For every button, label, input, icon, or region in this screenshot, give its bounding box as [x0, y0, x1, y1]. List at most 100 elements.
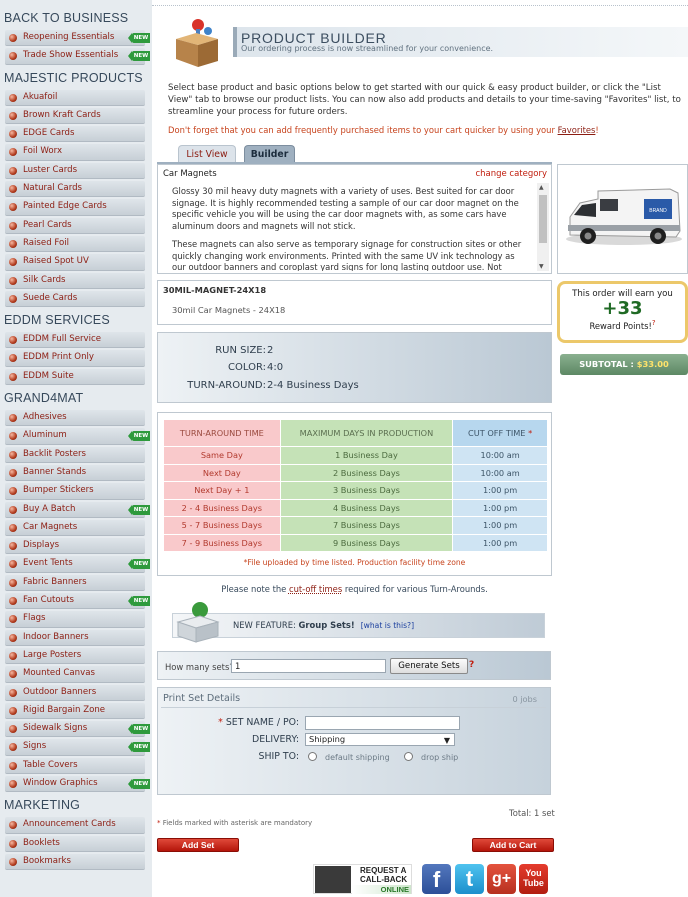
sidebar-item[interactable]: Fabric Banners	[5, 574, 145, 592]
sidebar-item[interactable]: Silk Cards	[5, 272, 145, 289]
sidebar-section-title: GRAND4MAT PRODUCTS	[4, 391, 84, 424]
youtube-icon[interactable]: You Tube	[519, 864, 548, 894]
sidebar-item[interactable]: Painted Edge Cards	[5, 199, 145, 216]
group-sets-feature: Group Sets!	[298, 620, 355, 630]
sidebar-item[interactable]: Luster Cards	[5, 162, 145, 180]
subtotal-bar: SUBTOTAL : $33.00	[560, 354, 688, 375]
sidebar-item[interactable]: Reopening Essentials NEW	[5, 30, 150, 47]
bullet-icon	[9, 839, 17, 848]
mandatory-note: * Fields marked with asterisk are mandat…	[157, 819, 312, 827]
sets-input[interactable]: 1	[231, 659, 386, 673]
bullet-icon	[9, 414, 17, 423]
bullet-icon	[9, 93, 17, 102]
sidebar-item[interactable]: Outdoor Banners	[5, 684, 145, 701]
table-row: 7 - 9 Business Days 9 Business Days 1:00 p…	[164, 534, 547, 551]
sidebar-item[interactable]: Indoor Banners	[5, 629, 145, 646]
tab-builder[interactable]: Builder	[244, 145, 295, 163]
group-sets-text: NEW FEATURE: Group Sets! [what is this?]	[233, 620, 414, 630]
mandatory-text: Fields marked with asterisk are mandator…	[160, 819, 313, 827]
reward-help-icon[interactable]: ?	[652, 319, 656, 327]
sidebar-item[interactable]: Mounted Canvas	[5, 666, 145, 683]
scroll-up-icon[interactable]: ▲	[539, 184, 544, 191]
sidebar-item[interactable]: Brown Kraft Cards	[5, 107, 145, 125]
print-set-details-panel: Print Set Details 0 jobs * SET NAME / PO…	[157, 687, 551, 795]
sku-panel: 30MIL-MAGNET-24X18 30mil Car Magnets - 2…	[157, 280, 552, 325]
sidebar-item[interactable]: Announcement Cards	[5, 817, 145, 834]
sidebar-item[interactable]: Flags	[5, 611, 145, 628]
bullet-icon	[9, 372, 17, 381]
set-name-input[interactable]	[305, 716, 460, 730]
sidebar-item[interactable]: Bumper Stickers	[5, 483, 145, 500]
change-category-link[interactable]: change category	[475, 169, 547, 179]
table-row: 2 - 4 Business Days 4 Business Days 1:00 p…	[164, 499, 547, 516]
tab-list-view[interactable]: List View	[178, 145, 236, 163]
sidebar-item[interactable]: Suede Cards	[5, 290, 145, 308]
sidebar-item[interactable]: Pearl Cards	[5, 217, 145, 234]
add-set-button[interactable]: Add Set	[157, 838, 239, 852]
cutoff-times-link[interactable]: cut-off times	[289, 584, 342, 594]
sidebar-item[interactable]: Trade Show Essentials NEW	[5, 48, 150, 65]
google-plus-icon[interactable]: g+	[487, 864, 516, 894]
delivery-select[interactable]: Shipping ▼	[305, 733, 455, 746]
generate-sets-button[interactable]: Generate Sets	[390, 658, 468, 674]
sidebar-item[interactable]: EDDM Suite	[5, 368, 145, 386]
default-shipping-label: default shipping	[325, 753, 390, 762]
bullet-icon	[9, 111, 17, 120]
sidebar-item[interactable]: Adhesives	[5, 410, 145, 427]
sidebar-item[interactable]: Signs NEW	[5, 739, 150, 756]
sidebar-item[interactable]: Rigid Bargain Zone	[5, 702, 145, 720]
sidebar-section-title: EDDM SERVICES	[4, 313, 110, 328]
sidebar-item[interactable]: Foil Worx	[5, 144, 145, 161]
sidebar-item[interactable]: Bookmarks	[5, 853, 145, 871]
sidebar-item[interactable]: EDGE Cards	[5, 126, 145, 143]
sidebar-item[interactable]: Sidewalk Signs NEW	[5, 721, 150, 738]
chevron-down-icon: ▼	[443, 736, 450, 745]
description-scroll-area[interactable]: Glossy 30 mil heavy duty magnets with a …	[163, 183, 535, 271]
drop-ship-radio[interactable]	[404, 752, 413, 761]
sidebar-item[interactable]: Raised Spot UV	[5, 254, 145, 271]
sidebar-item-label: Car Magnets	[23, 521, 78, 532]
sidebar-item[interactable]: Banner Stands	[5, 464, 145, 482]
set-name-asterisk: *	[218, 717, 223, 728]
cutoff-asterisk: *	[528, 428, 533, 438]
sidebar-item[interactable]: Backlit Posters	[5, 446, 145, 463]
sidebar-item-label: Booklets	[23, 837, 60, 848]
table-cell-days: 9 Business Days	[280, 534, 453, 551]
sidebar-item[interactable]: Booklets	[5, 835, 145, 852]
sidebar-item[interactable]: Akuafoil	[5, 89, 145, 106]
scroll-down-icon[interactable]: ▼	[539, 263, 544, 270]
sidebar-item[interactable]: Event Tents NEW	[5, 556, 150, 573]
table-cell-ta: Next Day + 1	[164, 482, 280, 499]
sidebar-item-label: Signs	[23, 741, 47, 752]
sidebar-item[interactable]: EDDM Full Service	[5, 332, 145, 349]
sidebar-item[interactable]: Buy A Batch NEW	[5, 501, 150, 518]
sidebar-item[interactable]: Window Graphics NEW	[5, 775, 150, 793]
sidebar-item[interactable]: Raised Foil	[5, 235, 145, 253]
bullet-icon	[9, 487, 17, 496]
description-scrollbar[interactable]: ▲ ▼	[537, 183, 549, 271]
scrollbar-thumb[interactable]	[539, 195, 547, 243]
sets-help-icon[interactable]: ?	[469, 660, 474, 670]
what-is-this-link[interactable]: [what is this?]	[361, 621, 414, 630]
sidebar-item[interactable]: Car Magnets	[5, 519, 145, 537]
sidebar-item[interactable]: Table Covers	[5, 757, 145, 774]
sidebar-item[interactable]: Aluminum NEW	[5, 428, 150, 445]
sidebar-item[interactable]: EDDM Print Only	[5, 350, 145, 367]
add-to-cart-button[interactable]: Add to Cart	[472, 838, 554, 852]
default-shipping-radio[interactable]	[308, 752, 317, 761]
request-callback-button[interactable]: REQUEST A CALL-BACK ONLINE	[313, 864, 412, 894]
twitter-icon[interactable]: t	[455, 864, 484, 894]
table-cell-days: 1 Business Day	[280, 447, 453, 464]
new-badge-icon: NEW	[128, 559, 150, 570]
sidebar-item[interactable]: Fan Cutouts NEW	[5, 593, 150, 610]
sidebar-item[interactable]: Displays	[5, 538, 145, 555]
bullet-icon	[9, 597, 17, 606]
sidebar-item[interactable]: Natural Cards	[5, 181, 145, 198]
description-paragraph-2: These magnets can also serve as temporar…	[172, 239, 522, 271]
table-cell-days: 7 Business Days	[280, 517, 453, 534]
facebook-icon[interactable]: f	[422, 864, 451, 894]
sidebar-item[interactable]: Large Posters	[5, 647, 145, 665]
run-info-panel: RUN SIZE: 2 COLOR: 4:0 TURN-AROUND: 2-4 …	[157, 332, 552, 403]
bullet-icon	[9, 857, 17, 866]
favorites-link[interactable]: Favorites	[558, 125, 596, 135]
